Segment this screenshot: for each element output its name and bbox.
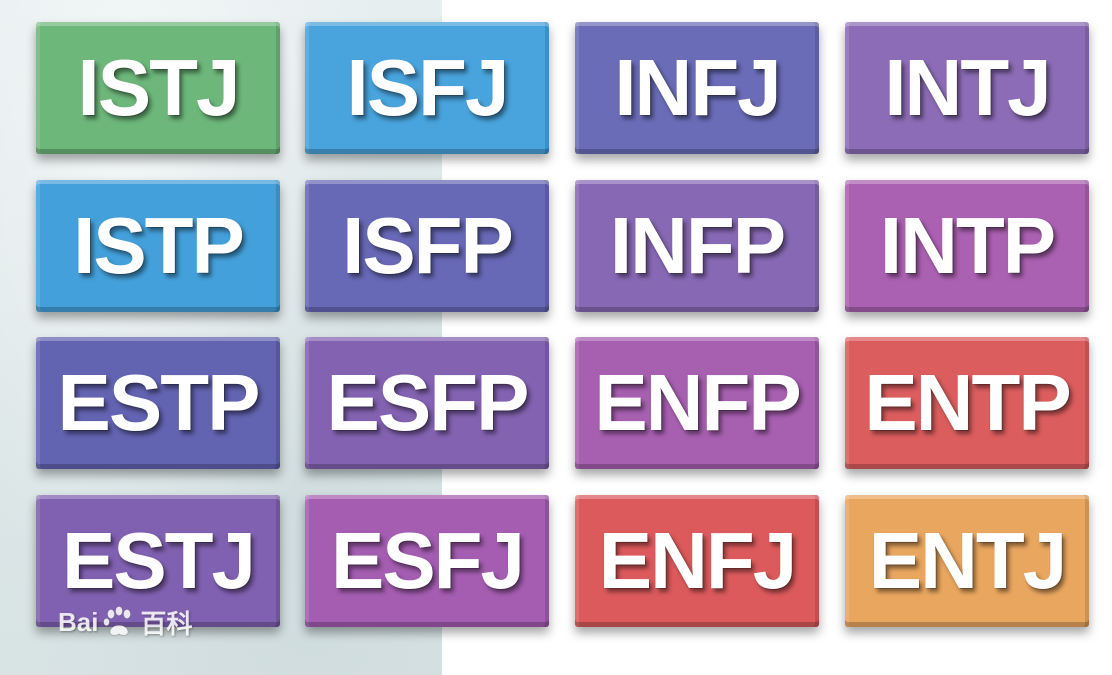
tile-label: ISFP (342, 201, 514, 290)
tile-label: ENFJ (598, 516, 797, 605)
tile-entp: ENTP (845, 337, 1089, 469)
tile-label: ISFJ (346, 43, 510, 132)
tile-intp: INTP (845, 180, 1089, 312)
tile-label: ENTJ (868, 516, 1067, 605)
mbti-grid: ISTJ ISFJ INFJ INTJ ISTP ISFP INFP INTP … (0, 0, 1112, 675)
tile-estp: ESTP (36, 337, 280, 469)
tile-infj: INFJ (575, 22, 819, 154)
tile-entj: ENTJ (845, 495, 1089, 627)
tile-label: ENTP (864, 358, 1071, 447)
tile-label: ESTJ (61, 516, 256, 605)
tile-label: INTJ (884, 43, 1051, 132)
tile-enfp: ENFP (575, 337, 819, 469)
tile-esfj: ESFJ (305, 495, 549, 627)
tile-label: INTP (879, 201, 1056, 290)
tile-enfj: ENFJ (575, 495, 819, 627)
tile-label: ESTP (57, 358, 261, 447)
tile-label: ENFP (594, 358, 801, 447)
tile-esfp: ESFP (305, 337, 549, 469)
tile-label: ESFJ (330, 516, 525, 605)
paw-icon (103, 606, 132, 636)
tile-istp: ISTP (36, 180, 280, 312)
tile-label: ISTP (73, 201, 245, 290)
tile-label: ISTJ (77, 43, 241, 132)
tile-isfj: ISFJ (305, 22, 549, 154)
tile-label: INFJ (614, 43, 781, 132)
watermark-text-cn: 百科 (140, 608, 193, 639)
tile-intj: INTJ (845, 22, 1089, 154)
baidu-baike-watermark: Bai 百科 (58, 600, 192, 644)
tile-label: INFP (609, 201, 786, 290)
tile-isfp: ISFP (305, 180, 549, 312)
tile-istj: ISTJ (36, 22, 280, 154)
tile-label: ESFP (326, 358, 530, 447)
watermark-text-latin: Bai (58, 606, 99, 637)
tile-infp: INFP (575, 180, 819, 312)
